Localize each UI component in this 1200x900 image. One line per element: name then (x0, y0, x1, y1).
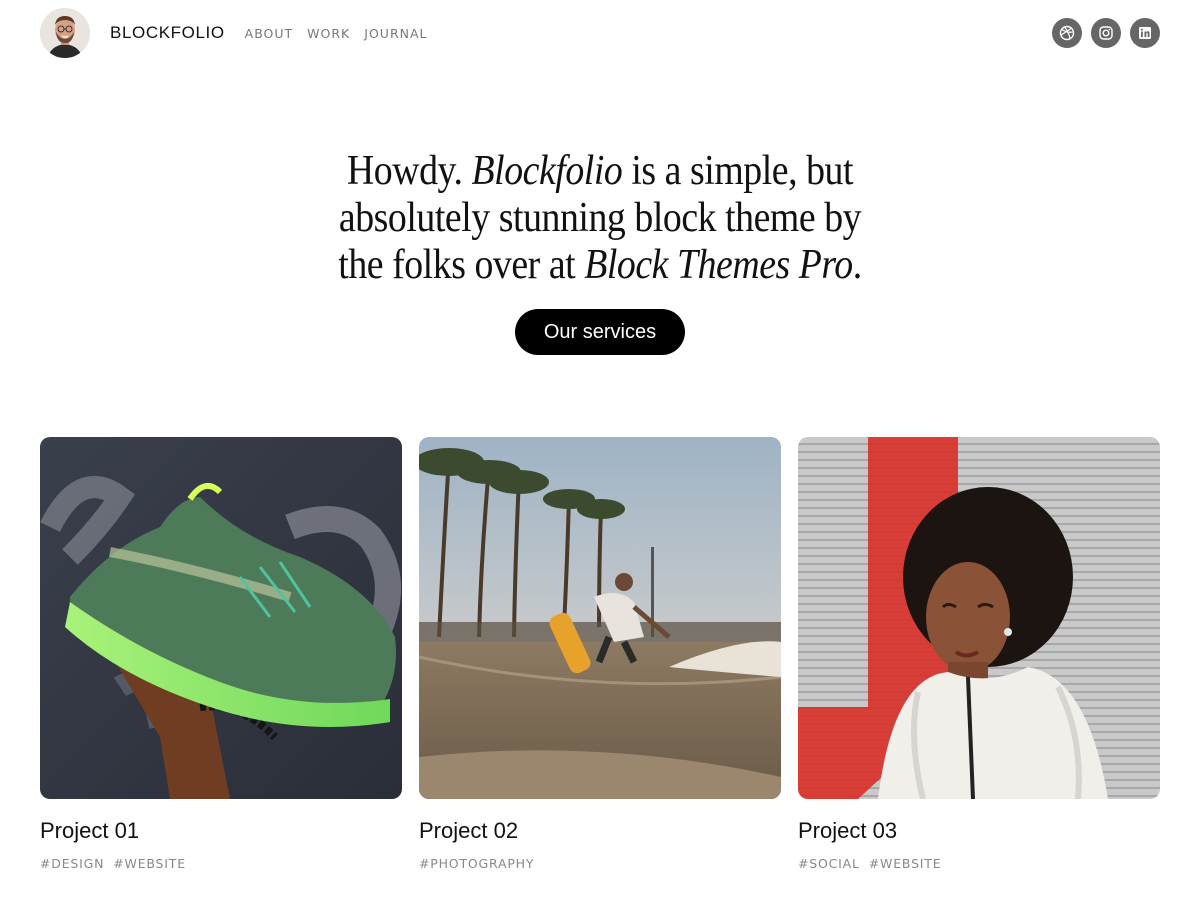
hero-line1-start: Howdy. (346, 148, 472, 194)
instagram-icon (1099, 26, 1113, 40)
nav-item-about[interactable]: ABOUT (245, 26, 294, 41)
portrait-photo (798, 437, 1160, 799)
hero-heading: Howdy. Blockfolio is a simple, but absol… (60, 148, 1140, 289)
instagram-link[interactable] (1091, 18, 1121, 48)
site-header: BLOCKFOLIO ABOUT WORK JOURNAL (40, 8, 1160, 58)
tag[interactable]: #DESIGN (40, 856, 104, 871)
main-nav: ABOUT WORK JOURNAL (245, 26, 428, 41)
project-title[interactable]: Project 03 (798, 818, 1160, 844)
project-card: Project 02 #PHOTOGRAPHY (419, 437, 781, 871)
our-services-button[interactable]: Our services (515, 309, 685, 355)
brand-link[interactable]: BLOCKFOLIO (110, 23, 225, 43)
linkedin-link[interactable] (1130, 18, 1160, 48)
hero-line3-emphasis: Block Themes Pro (584, 242, 853, 288)
dribbble-link[interactable] (1052, 18, 1082, 48)
hero-line3-start: the folks over at (338, 242, 585, 288)
tag[interactable]: #WEBSITE (113, 856, 186, 871)
project-tags: #SOCIAL #WEBSITE (798, 856, 1160, 871)
nav-item-work[interactable]: WORK (307, 26, 350, 41)
nav-item-journal[interactable]: JOURNAL (364, 26, 427, 41)
project-card: Project 01 #DESIGN #WEBSITE (40, 437, 402, 871)
skatepark-photo (419, 437, 781, 799)
linkedin-icon (1139, 27, 1151, 39)
hero-line1-emphasis: Blockfolio (471, 148, 623, 194)
project-02-image[interactable] (419, 437, 781, 799)
hero-line2: absolutely stunning block theme by (338, 195, 862, 241)
project-tags: #DESIGN #WEBSITE (40, 856, 402, 871)
project-card: Project 03 #SOCIAL #WEBSITE (798, 437, 1160, 871)
tag[interactable]: #SOCIAL (798, 856, 860, 871)
dribbble-icon (1059, 25, 1075, 41)
project-title[interactable]: Project 01 (40, 818, 402, 844)
hero-line1-end: is a simple, but (622, 148, 854, 194)
green-sneaker-photo (40, 437, 402, 799)
project-tags: #PHOTOGRAPHY (419, 856, 781, 871)
project-01-image[interactable] (40, 437, 402, 799)
projects-grid: Project 01 #DESIGN #WEBSITE Project 02 #… (40, 437, 1160, 871)
project-title[interactable]: Project 02 (419, 818, 781, 844)
project-03-image[interactable] (798, 437, 1160, 799)
avatar[interactable] (40, 8, 90, 58)
tag[interactable]: #WEBSITE (869, 856, 942, 871)
hero-section: Howdy. Blockfolio is a simple, but absol… (0, 148, 1200, 355)
social-links (1052, 18, 1160, 48)
hero-line3-end: . (852, 242, 862, 288)
tag[interactable]: #PHOTOGRAPHY (419, 856, 534, 871)
avatar-image (40, 8, 90, 58)
